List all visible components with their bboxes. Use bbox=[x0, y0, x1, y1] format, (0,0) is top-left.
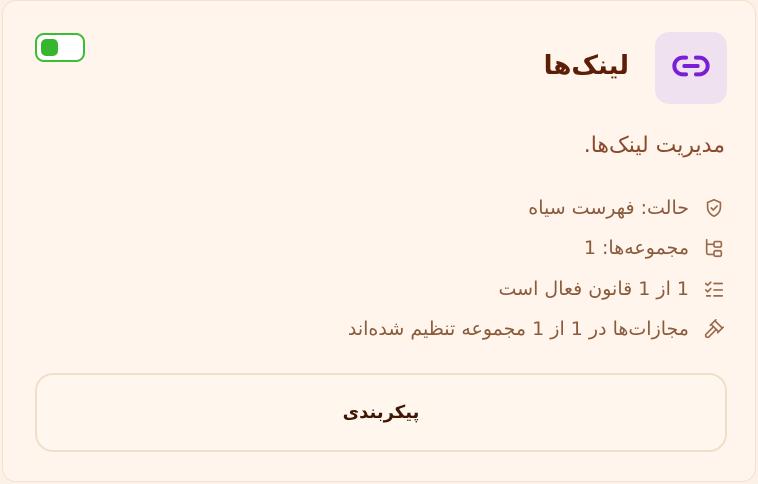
card-title: لینک‌ها bbox=[543, 51, 629, 81]
links-settings-card: لینک‌ها مدیریت لینک‌ها. حالت: فهرست سیاه… bbox=[2, 0, 756, 482]
folder-tree-icon bbox=[703, 237, 725, 259]
title-icon-box bbox=[655, 32, 727, 104]
info-row-collections: مجموعه‌ها: 1 bbox=[584, 235, 725, 261]
info-row-rules: 1 از 1 قانون فعال است bbox=[499, 276, 725, 302]
info-text-mode: حالت: فهرست سیاه bbox=[528, 197, 689, 219]
info-text-rules: 1 از 1 قانون فعال است bbox=[498, 278, 689, 300]
info-row-penalties: مجازات‌ها در 1 از 1 مجموعه تنظیم شده‌اند bbox=[348, 316, 725, 342]
link-icon bbox=[671, 46, 711, 90]
list-checks-icon bbox=[703, 278, 725, 300]
info-text-collections: مجموعه‌ها: 1 bbox=[583, 237, 689, 259]
shield-check-icon bbox=[703, 197, 725, 219]
info-text-penalties: مجازات‌ها در 1 از 1 مجموعه تنظیم شده‌اند bbox=[347, 318, 689, 340]
toggle-knob bbox=[41, 39, 58, 56]
gavel-icon bbox=[703, 318, 725, 340]
links-enable-toggle[interactable] bbox=[35, 33, 85, 62]
info-row-mode: حالت: فهرست سیاه bbox=[528, 195, 725, 221]
configure-button[interactable]: پیکربندی bbox=[35, 373, 727, 452]
card-description: مدیریت لینک‌ها. bbox=[583, 133, 725, 158]
